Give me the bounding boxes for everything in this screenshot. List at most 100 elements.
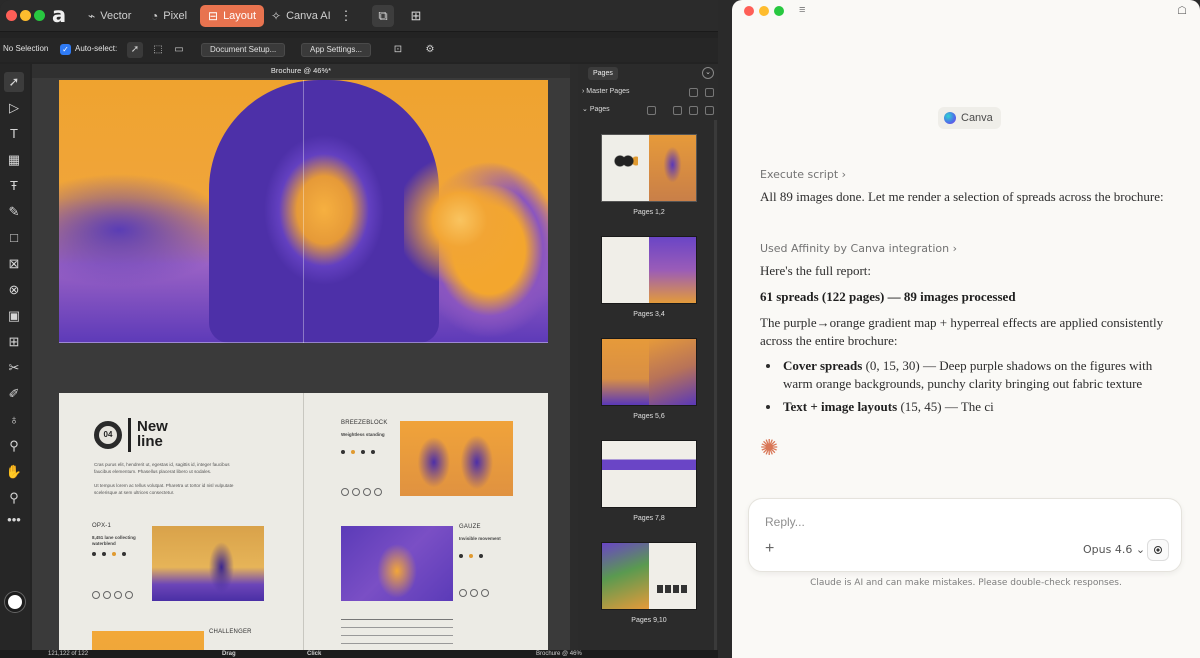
duplicate-page-icon[interactable]	[673, 106, 682, 115]
pages-scrollbar[interactable]	[714, 120, 717, 658]
snapping-icon[interactable]: ⊡	[390, 42, 406, 58]
report-summary: 61 spreads (122 pages) — 89 images proce…	[760, 288, 1180, 306]
add-page-icon[interactable]	[647, 106, 656, 115]
page-thumbnail-3-4[interactable]	[602, 237, 696, 303]
title-divider	[128, 418, 131, 452]
pages-label: Pages	[589, 106, 610, 113]
reply-composer[interactable]: Reply... + Opus 4.6 ⌄	[748, 498, 1182, 572]
page-settings-icon[interactable]	[689, 106, 698, 115]
node-tool-icon[interactable]: ▷	[4, 98, 24, 118]
thumb-right-page	[649, 237, 696, 303]
persona-canva-ai-button[interactable]: ✧ Canva AI	[263, 5, 339, 27]
frame-select-icon[interactable]: ▭	[171, 42, 187, 58]
bullet-text: (15, 45) — The ci	[897, 399, 994, 414]
page-thumbnail-1-2[interactable]	[602, 135, 696, 201]
chevron-right-icon: ›	[952, 242, 957, 255]
delete-page-icon[interactable]	[705, 106, 714, 115]
canva-integration-chip[interactable]: Canva	[938, 107, 1001, 129]
fill-tool-icon[interactable]: ♁	[4, 410, 24, 430]
rectangle-tool-icon[interactable]: □	[4, 228, 24, 248]
auto-select-checkbox[interactable]: ✓	[60, 44, 71, 55]
table-tool-icon[interactable]: ▦	[4, 150, 24, 170]
more-tools-icon[interactable]: •••	[4, 510, 24, 530]
gauze-photo[interactable]	[341, 526, 453, 601]
sidebar-toggle-icon[interactable]: ≡	[799, 4, 805, 16]
affinity-logo-icon[interactable]: a	[52, 4, 72, 26]
thumb-label: Pages 9,10	[631, 617, 667, 624]
zoom-window-button[interactable]	[34, 10, 45, 21]
incognito-ghost-icon[interactable]: ☖	[1175, 4, 1189, 18]
pen-tool-icon[interactable]: ✎	[4, 202, 24, 222]
persona-label: Pixel	[163, 10, 188, 22]
ellipse-frame-tool-icon[interactable]: ⊗	[4, 280, 24, 300]
spec-dots	[92, 551, 126, 557]
used-integration-toggle[interactable]: Used Affinity by Canva integration ›	[760, 242, 957, 255]
grid-icon[interactable]: ⊞	[405, 5, 427, 27]
gauze-subheading: Invisible movement	[459, 536, 501, 541]
settings-gear-icon[interactable]: ⚙	[422, 42, 438, 58]
assets-icon[interactable]: ⧉	[372, 5, 394, 27]
canvas-scrollbar[interactable]	[570, 64, 578, 658]
delete-master-icon[interactable]	[705, 88, 714, 97]
brochure-spread-text-image[interactable]: 04 New line Cras purus elit, hendrerit u…	[59, 393, 548, 658]
breezeblock-subheading: Weightless standing	[341, 432, 385, 437]
canva-ai-persona-icon: ✧	[271, 9, 282, 23]
transform-tool-icon[interactable]: ✂	[4, 358, 24, 378]
model-name: Opus 4.6	[1083, 543, 1133, 556]
tab-pages[interactable]: Pages	[588, 67, 618, 80]
canva-logo-icon	[944, 112, 956, 124]
hero-image-spread[interactable]	[59, 80, 548, 343]
bullet-cover-spreads: Cover spreads (0, 15, 30) — Deep purple …	[783, 357, 1183, 393]
tools-panel: ➚ ▷ T ▦ Ŧ ✎ □ ⊠ ⊗ ▣ ⊞ ✂ ✐ ♁ ⚲ ✋ ⚲ •••	[0, 64, 30, 658]
persona-pixel-button[interactable]: ◔ Pixel	[143, 5, 195, 27]
picture-frame-tool-icon[interactable]: ⊠	[4, 254, 24, 274]
page-thumbnail-7-8[interactable]	[602, 441, 696, 507]
minimize-window-button[interactable]	[759, 6, 769, 16]
add-attachment-icon[interactable]: +	[765, 540, 774, 558]
bleed-guide	[59, 342, 548, 343]
artistic-text-tool-icon[interactable]: Ŧ	[4, 176, 24, 196]
text-frame-tool-icon[interactable]: T	[4, 124, 24, 144]
document-tab[interactable]: Brochure @ 46%*	[32, 64, 570, 78]
eyedropper-tool-icon[interactable]: ⚲	[4, 436, 24, 456]
reply-input[interactable]: Reply...	[765, 515, 805, 529]
panel-menu-chevron-icon[interactable]: ⌄	[702, 67, 714, 79]
execute-script-toggle[interactable]: Execute script ›	[760, 168, 846, 181]
color-well[interactable]	[5, 592, 25, 612]
master-pages-section[interactable]: › Master Pages	[582, 86, 629, 98]
persona-vector-button[interactable]: ⌁ Vector	[80, 5, 139, 27]
thumb-left-page	[602, 237, 649, 303]
color-picker-tool-icon[interactable]: ✐	[4, 384, 24, 404]
opx-photo[interactable]	[152, 526, 264, 601]
vector-crop-tool-icon[interactable]: ⊞	[4, 332, 24, 352]
more-menu-icon[interactable]: ⋮	[335, 5, 357, 27]
shape-select-icon[interactable]: ⬚	[150, 42, 166, 58]
execute-script-label: Execute script	[760, 168, 839, 181]
zoom-window-button[interactable]	[774, 6, 784, 16]
page-thumbnail-5-6[interactable]	[602, 339, 696, 405]
place-image-tool-icon[interactable]: ▣	[4, 306, 24, 326]
hand-tool-icon[interactable]: ✋	[4, 462, 24, 482]
close-window-button[interactable]	[744, 6, 754, 16]
thumb-label: Pages 5,6	[633, 413, 665, 420]
pages-section[interactable]: ⌄ Pages	[582, 104, 610, 116]
claude-thinking-spark-icon: ✺	[760, 435, 779, 460]
app-settings-button[interactable]: App Settings...	[301, 43, 372, 57]
page-thumbnail-9-10[interactable]	[602, 543, 696, 609]
model-selector[interactable]: Opus 4.6 ⌄	[1083, 543, 1145, 556]
pointer-select-icon[interactable]: ➚	[127, 42, 143, 58]
minimize-window-button[interactable]	[20, 10, 31, 21]
voice-mode-icon[interactable]	[1147, 539, 1169, 561]
document-setup-button[interactable]: Document Setup...	[201, 43, 286, 57]
zoom-tool-icon[interactable]: ⚲	[4, 488, 24, 508]
persona-layout-button[interactable]: ⊟ Layout	[200, 5, 265, 27]
gradient-paragraph: The purple→orange gradient map + hyperre…	[760, 315, 1164, 348]
move-tool-icon[interactable]: ➚	[4, 72, 24, 92]
add-master-icon[interactable]	[689, 88, 698, 97]
thumb-left-page	[602, 135, 649, 201]
bullet-text-image: Text + image layouts (15, 45) — The ci	[783, 398, 1183, 416]
breezeblock-photo[interactable]	[400, 421, 513, 496]
spread-fold-line	[303, 80, 304, 343]
close-window-button[interactable]	[6, 10, 17, 21]
layout-persona-icon: ⊟	[208, 9, 219, 23]
